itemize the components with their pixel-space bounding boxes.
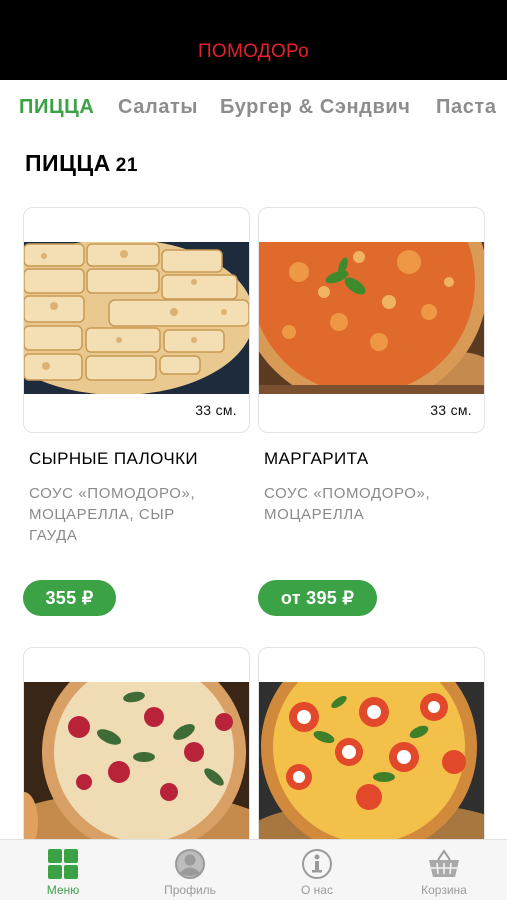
tab-burger-sandwich[interactable]: Бургер & Сэндвич	[220, 96, 410, 119]
info-icon	[302, 849, 332, 879]
nav-label: Меню	[46, 883, 80, 897]
product-card[interactable]	[23, 647, 250, 873]
pizza-photo	[259, 682, 484, 842]
pizza-photo	[24, 682, 249, 842]
product-image-frame[interactable]: 33 см.	[23, 207, 250, 433]
nav-cart[interactable]: Корзина	[381, 840, 507, 901]
basket-icon	[429, 849, 459, 877]
description-line: МОЦАРЕЛЛА, СЫР	[29, 506, 175, 523]
description-line: СОУС «ПОМОДОРО»,	[264, 485, 431, 502]
grid-icon	[48, 849, 78, 879]
category-tabs: ПИЦЦА Салаты Бургер & Сэндвич Паста	[0, 80, 507, 136]
margarita-photo	[259, 242, 484, 394]
nav-menu[interactable]: Меню	[0, 840, 126, 901]
price-button[interactable]: 355 ₽	[23, 580, 116, 616]
product-description: СОУС «ПОМОДОРО», МОЦАРЕЛЛА, СЫР ГАУДА	[29, 483, 239, 546]
product-card[interactable]: 33 см. СЫРНЫЕ ПАЛОЧКИ СОУС «ПОМОДОРО», М…	[23, 207, 250, 617]
description-line: МОЦАРЕЛЛА	[264, 506, 365, 523]
tab-salads[interactable]: Салаты	[118, 96, 198, 119]
product-size: 33 см.	[430, 402, 472, 418]
brand-title: ПОМОДОРо	[197, 41, 310, 62]
bottom-nav: Меню Профиль О нас Корзина	[0, 839, 507, 900]
cheese-sticks-photo	[24, 242, 249, 394]
nav-profile[interactable]: Профиль	[127, 840, 253, 901]
app-header: ПОМОДОРо	[0, 0, 507, 80]
product-size: 33 см.	[195, 402, 237, 418]
user-icon	[175, 849, 205, 879]
price-button[interactable]: от 395 ₽	[258, 580, 377, 616]
tab-pizza[interactable]: ПИЦЦА	[19, 96, 94, 119]
product-name[interactable]: СЫРНЫЕ ПАЛОЧКИ	[29, 449, 198, 469]
nav-label: Профиль	[164, 883, 216, 897]
nav-label: Корзина	[421, 883, 467, 897]
section-item-count: 21	[115, 155, 138, 176]
nav-about[interactable]: О нас	[254, 840, 380, 901]
section-title: ПИЦЦА 21	[25, 150, 138, 177]
product-card[interactable]	[258, 647, 485, 873]
product-name[interactable]: МАРГАРИТА	[264, 449, 369, 469]
section-title-text: ПИЦЦА	[25, 150, 111, 176]
product-description: СОУС «ПОМОДОРО», МОЦАРЕЛЛА	[264, 483, 474, 525]
description-line: ГАУДА	[29, 527, 78, 544]
tab-pasta[interactable]: Паста	[436, 96, 497, 119]
product-image-frame[interactable]: 33 см.	[258, 207, 485, 433]
description-line: СОУС «ПОМОДОРО»,	[29, 485, 196, 502]
nav-label: О нас	[301, 883, 333, 897]
product-card[interactable]: 33 см. МАРГАРИТА СОУС «ПОМОДОРО», МОЦАРЕ…	[258, 207, 485, 617]
